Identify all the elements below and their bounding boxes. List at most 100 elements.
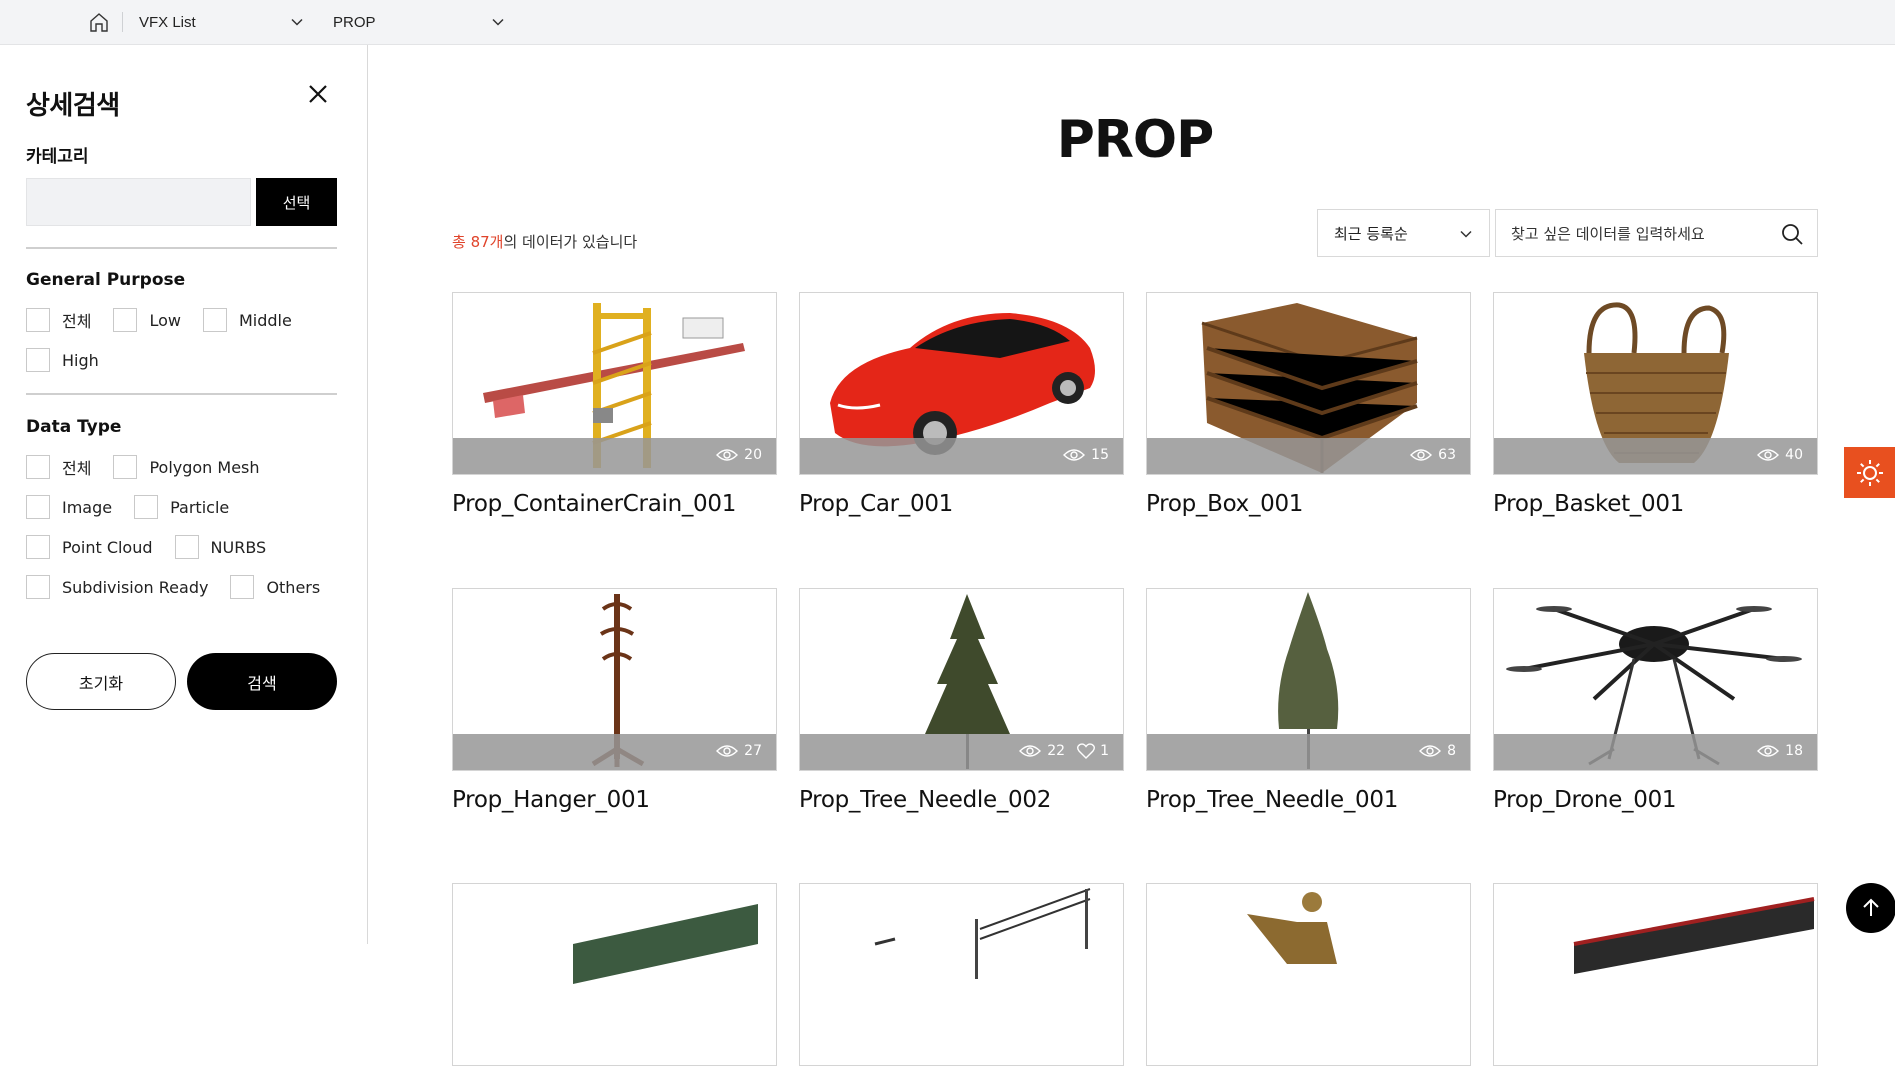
checkbox[interactable]: [202, 308, 227, 332]
checkbox[interactable]: [26, 495, 50, 519]
dt-checkbox-polygon-mesh[interactable]: Polygon Mesh: [113, 455, 260, 479]
dt-checkbox-image[interactable]: Image: [26, 495, 112, 519]
gp-checkbox-low[interactable]: Low: [113, 308, 181, 332]
home-icon[interactable]: [88, 11, 110, 33]
item-card[interactable]: 63 Prop_Box_001: [1146, 292, 1471, 517]
item-title[interactable]: Prop_Tree_Needle_001: [1146, 787, 1471, 813]
item-thumbnail[interactable]: 18: [1493, 588, 1818, 771]
data-type-options-row2: Image Particle: [26, 495, 251, 519]
checkbox[interactable]: [26, 308, 50, 332]
item-stats: 40: [1757, 447, 1803, 463]
item-title[interactable]: Prop_Drone_001: [1493, 787, 1818, 813]
item-title[interactable]: Prop_Box_001: [1146, 491, 1471, 517]
item-card[interactable]: 27 Prop_Hanger_001: [452, 588, 777, 813]
category-select-button[interactable]: 선택: [256, 178, 337, 226]
item-card[interactable]: 18 Prop_Drone_001: [1493, 588, 1818, 813]
checkbox-label: High: [62, 350, 99, 370]
gp-checkbox-high[interactable]: High: [26, 348, 99, 372]
item-title[interactable]: Prop_Car_001: [799, 491, 1124, 517]
item-thumbnail[interactable]: 40: [1493, 292, 1818, 475]
item-card[interactable]: [452, 883, 777, 1066]
view-count: 8: [1447, 743, 1456, 759]
checkbox-label: Others: [266, 577, 321, 597]
detail-search-panel: 상세검색 카테고리 선택 General Purpose 전체 Low Midd…: [0, 45, 368, 944]
item-stats: 27: [716, 743, 762, 759]
sort-select[interactable]: 최근 등록순: [1317, 209, 1490, 257]
item-thumbnail[interactable]: 15: [799, 292, 1124, 475]
item-card[interactable]: 20 Prop_ContainerCrain_001: [452, 292, 777, 517]
item-thumbnail[interactable]: 63: [1146, 292, 1471, 475]
item-card[interactable]: 8 Prop_Tree_Needle_001: [1146, 588, 1471, 813]
page-title: PROP: [1056, 110, 1214, 170]
checkbox[interactable]: [26, 575, 50, 599]
stat-bar: 63: [1147, 438, 1470, 474]
category-field[interactable]: [26, 178, 251, 226]
data-type-label: Data Type: [26, 417, 122, 437]
item-stats: 8: [1419, 743, 1456, 759]
item-thumbnail[interactable]: [799, 883, 1124, 1066]
prop-select[interactable]: PROP: [333, 0, 505, 45]
eye-icon: [1063, 449, 1086, 461]
close-icon[interactable]: [305, 81, 331, 107]
checkbox[interactable]: [26, 348, 50, 372]
checkbox[interactable]: [26, 455, 50, 479]
power-line-image: [874, 888, 1091, 979]
train-image: [1573, 897, 1815, 974]
vfx-list-select[interactable]: VFX List: [139, 0, 304, 45]
search-input[interactable]: [1511, 223, 1771, 245]
result-count-number: 총 87개: [452, 233, 504, 251]
checkbox-label: NURBS: [210, 537, 267, 557]
view-count: 20: [744, 447, 762, 463]
search-button[interactable]: 검색: [187, 653, 337, 710]
view-count: 63: [1438, 447, 1456, 463]
search-box: [1495, 209, 1818, 257]
eye-icon: [716, 745, 739, 757]
dt-checkbox-particle[interactable]: Particle: [134, 495, 229, 519]
data-type-options-row4: Subdivision Ready Others: [26, 575, 342, 599]
dt-checkbox-point-cloud[interactable]: Point Cloud: [26, 535, 153, 559]
item-card[interactable]: 40 Prop_Basket_001: [1493, 292, 1818, 517]
item-title[interactable]: Prop_Tree_Needle_002: [799, 787, 1124, 813]
item-card[interactable]: [799, 883, 1124, 1066]
checkbox[interactable]: [230, 575, 255, 599]
divider: [26, 247, 337, 249]
item-thumbnail[interactable]: [452, 883, 777, 1066]
item-thumbnail[interactable]: 20: [452, 292, 777, 475]
item-thumbnail[interactable]: 27: [452, 588, 777, 771]
item-thumbnail[interactable]: 8: [1146, 588, 1471, 771]
eye-icon: [1019, 745, 1042, 757]
checkbox[interactable]: [113, 308, 138, 332]
dt-checkbox-all[interactable]: 전체: [26, 455, 91, 479]
item-card[interactable]: [1493, 883, 1818, 1066]
dt-checkbox-subdivision-ready[interactable]: Subdivision Ready: [26, 575, 208, 599]
dt-checkbox-nurbs[interactable]: NURBS: [174, 535, 267, 559]
item-title[interactable]: Prop_Basket_001: [1493, 491, 1818, 517]
theme-toggle-button[interactable]: [1844, 447, 1895, 498]
reset-button[interactable]: 초기화: [26, 653, 176, 710]
checkbox[interactable]: [134, 495, 159, 519]
checkbox-label: Subdivision Ready: [62, 577, 209, 597]
item-card[interactable]: 22 1 Prop_Tree_Needle_002: [799, 588, 1124, 813]
checkbox[interactable]: [174, 535, 199, 559]
gp-checkbox-middle[interactable]: Middle: [202, 308, 292, 332]
checkbox[interactable]: [26, 535, 50, 559]
dt-checkbox-others[interactable]: Others: [230, 575, 320, 599]
checkbox[interactable]: [113, 455, 138, 479]
gp-checkbox-all[interactable]: 전체: [26, 308, 91, 332]
search-icon[interactable]: [1780, 222, 1804, 246]
item-thumbnail[interactable]: 22 1: [799, 588, 1124, 771]
result-count-suffix: 의 데이터가 있습니다: [503, 233, 638, 251]
general-purpose-label: General Purpose: [26, 270, 186, 290]
item-title[interactable]: Prop_ContainerCrain_001: [452, 491, 777, 517]
item-thumbnail[interactable]: [1146, 883, 1471, 1066]
stat-bar: 8: [1147, 734, 1470, 770]
item-card[interactable]: 15 Prop_Car_001: [799, 292, 1124, 517]
item-thumbnail[interactable]: [1493, 883, 1818, 1066]
item-title[interactable]: Prop_Hanger_001: [452, 787, 777, 813]
data-type-options-row3: Point Cloud NURBS: [26, 535, 288, 559]
stat-bar: 40: [1494, 438, 1817, 474]
panel-title: 상세검색: [26, 91, 120, 121]
chevron-down-icon: [1460, 230, 1472, 238]
item-card[interactable]: [1146, 883, 1471, 1066]
scroll-top-button[interactable]: [1846, 883, 1895, 933]
